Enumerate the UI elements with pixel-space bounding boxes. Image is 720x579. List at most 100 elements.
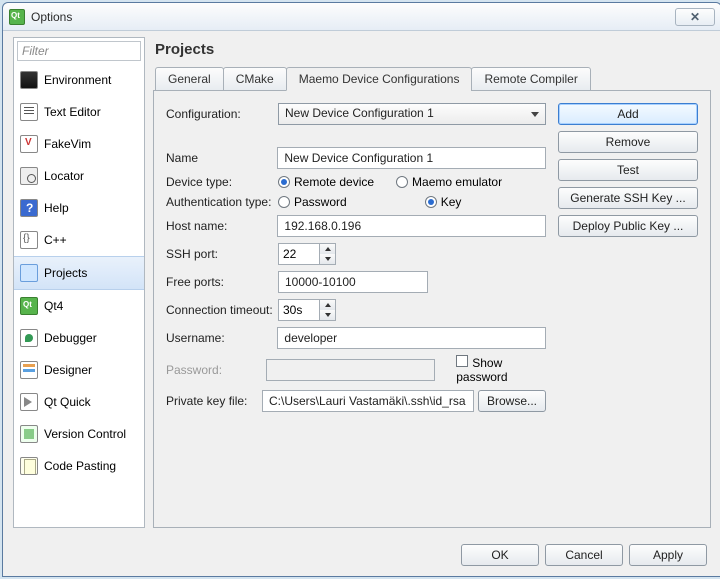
sidebar-item-qt-quick[interactable]: Qt Quick — [14, 386, 144, 418]
projects-icon — [20, 264, 38, 282]
free-ports-label: Free ports: — [166, 275, 278, 289]
device-type-label: Device type: — [166, 175, 278, 189]
auth-key-radio[interactable]: Key — [425, 195, 462, 209]
cancel-button[interactable]: Cancel — [545, 544, 623, 566]
version-control-icon — [20, 425, 38, 443]
options-dialog: Options ✕ Filter EnvironmentText EditorF… — [2, 2, 720, 577]
sidebar-item-label: Version Control — [44, 427, 126, 441]
help-icon — [20, 199, 38, 217]
private-key-input[interactable] — [262, 390, 474, 412]
test-button[interactable]: Test — [558, 159, 698, 181]
text-editor-icon — [20, 103, 38, 121]
sidebar-item-text-editor[interactable]: Text Editor — [14, 96, 144, 128]
c--icon — [20, 231, 38, 249]
ssh-port-input[interactable] — [278, 243, 320, 265]
checkbox-icon — [456, 355, 468, 367]
spin-up-icon[interactable] — [320, 300, 335, 310]
host-name-label: Host name: — [166, 219, 277, 233]
sidebar-item-label: Locator — [44, 169, 84, 183]
timeout-label: Connection timeout: — [166, 303, 278, 317]
code-pasting-icon — [20, 457, 38, 475]
add-button[interactable]: Add — [558, 103, 698, 125]
show-password-checkbox[interactable]: Show password — [456, 355, 546, 384]
sidebar-item-label: Qt Quick — [44, 395, 91, 409]
password-label: Password: — [166, 363, 266, 377]
timeout-input[interactable] — [278, 299, 320, 321]
tab-general[interactable]: General — [155, 67, 224, 91]
radio-icon — [278, 196, 290, 208]
spin-down-icon[interactable] — [320, 254, 335, 264]
sidebar-item-qt4[interactable]: Qt4 — [14, 290, 144, 322]
titlebar: Options ✕ — [3, 3, 720, 31]
sidebar-item-label: C++ — [44, 233, 67, 247]
radio-icon — [425, 196, 437, 208]
sidebar-item-designer[interactable]: Designer — [14, 354, 144, 386]
radio-icon — [278, 176, 290, 188]
sidebar-item-label: Designer — [44, 363, 92, 377]
private-key-label: Private key file: — [166, 394, 262, 408]
sidebar-item-label: Code Pasting — [44, 459, 116, 473]
sidebar-item-environment[interactable]: Environment — [14, 64, 144, 96]
app-icon — [9, 9, 25, 25]
ssh-port-label: SSH port: — [166, 247, 278, 261]
sidebar-item-c-[interactable]: C++ — [14, 224, 144, 256]
username-label: Username: — [166, 331, 277, 345]
device-type-emulator-radio[interactable]: Maemo emulator — [396, 175, 502, 189]
designer-icon — [20, 361, 38, 379]
name-label: Name — [166, 151, 277, 165]
browse-button[interactable]: Browse... — [478, 390, 546, 412]
locator-icon — [20, 167, 38, 185]
qt4-icon — [20, 297, 38, 315]
sidebar-item-projects[interactable]: Projects — [14, 256, 144, 290]
sidebar-item-label: Help — [44, 201, 69, 215]
sidebar-item-help[interactable]: Help — [14, 192, 144, 224]
sidebar-item-label: Debugger — [44, 331, 97, 345]
auth-type-label: Authentication type: — [166, 195, 278, 209]
configuration-combo[interactable]: New Device Configuration 1 — [278, 103, 546, 125]
sidebar-item-label: Text Editor — [44, 105, 101, 119]
category-sidebar: Filter Environment Text Editor FakeVim Loca… — [13, 37, 145, 528]
sidebar-item-code-pasting[interactable]: Code Pasting — [14, 450, 144, 482]
radio-icon — [396, 176, 408, 188]
tab-maemo-device-configurations[interactable]: Maemo Device Configurations — [286, 67, 473, 91]
device-type-remote-radio[interactable]: Remote device — [278, 175, 374, 189]
timeout-spinner[interactable] — [278, 299, 336, 321]
debugger-icon — [20, 329, 38, 347]
page-title: Projects — [153, 37, 711, 66]
environment-icon — [20, 71, 38, 89]
sidebar-item-debugger[interactable]: Debugger — [14, 322, 144, 354]
dialog-footer: OK Cancel Apply — [3, 536, 720, 576]
spin-up-icon[interactable] — [320, 244, 335, 254]
close-icon: ✕ — [690, 10, 700, 24]
apply-button[interactable]: Apply — [629, 544, 707, 566]
fakevim-icon — [20, 135, 38, 153]
tab-cmake[interactable]: CMake — [223, 67, 287, 91]
generate-ssh-key-button[interactable]: Generate SSH Key ... — [558, 187, 698, 209]
tab-bar: GeneralCMakeMaemo Device ConfigurationsR… — [153, 66, 711, 91]
auth-password-radio[interactable]: Password — [278, 195, 347, 209]
password-input — [266, 359, 435, 381]
username-input[interactable] — [277, 327, 546, 349]
name-input[interactable] — [277, 147, 546, 169]
host-name-input[interactable] — [277, 215, 546, 237]
sidebar-item-label: FakeVim — [44, 137, 91, 151]
sidebar-item-version-control[interactable]: Version Control — [14, 418, 144, 450]
ok-button[interactable]: OK — [461, 544, 539, 566]
tab-panel: Configuration: New Device Configuration … — [153, 91, 711, 528]
sidebar-item-fakevim[interactable]: FakeVim — [14, 128, 144, 160]
qt-quick-icon — [20, 393, 38, 411]
sidebar-item-locator[interactable]: Locator — [14, 160, 144, 192]
window-title: Options — [31, 10, 675, 24]
sidebar-item-label: Environment — [44, 73, 111, 87]
remove-button[interactable]: Remove — [558, 131, 698, 153]
free-ports-input[interactable] — [278, 271, 428, 293]
deploy-public-key-button[interactable]: Deploy Public Key ... — [558, 215, 698, 237]
ssh-port-spinner[interactable] — [278, 243, 336, 265]
sidebar-item-label: Projects — [44, 266, 87, 280]
sidebar-item-label: Qt4 — [44, 299, 63, 313]
tab-remote-compiler[interactable]: Remote Compiler — [471, 67, 590, 91]
configuration-label: Configuration: — [166, 107, 278, 121]
close-button[interactable]: ✕ — [675, 8, 715, 26]
sidebar-filter-input[interactable]: Filter — [17, 41, 141, 61]
spin-down-icon[interactable] — [320, 310, 335, 320]
